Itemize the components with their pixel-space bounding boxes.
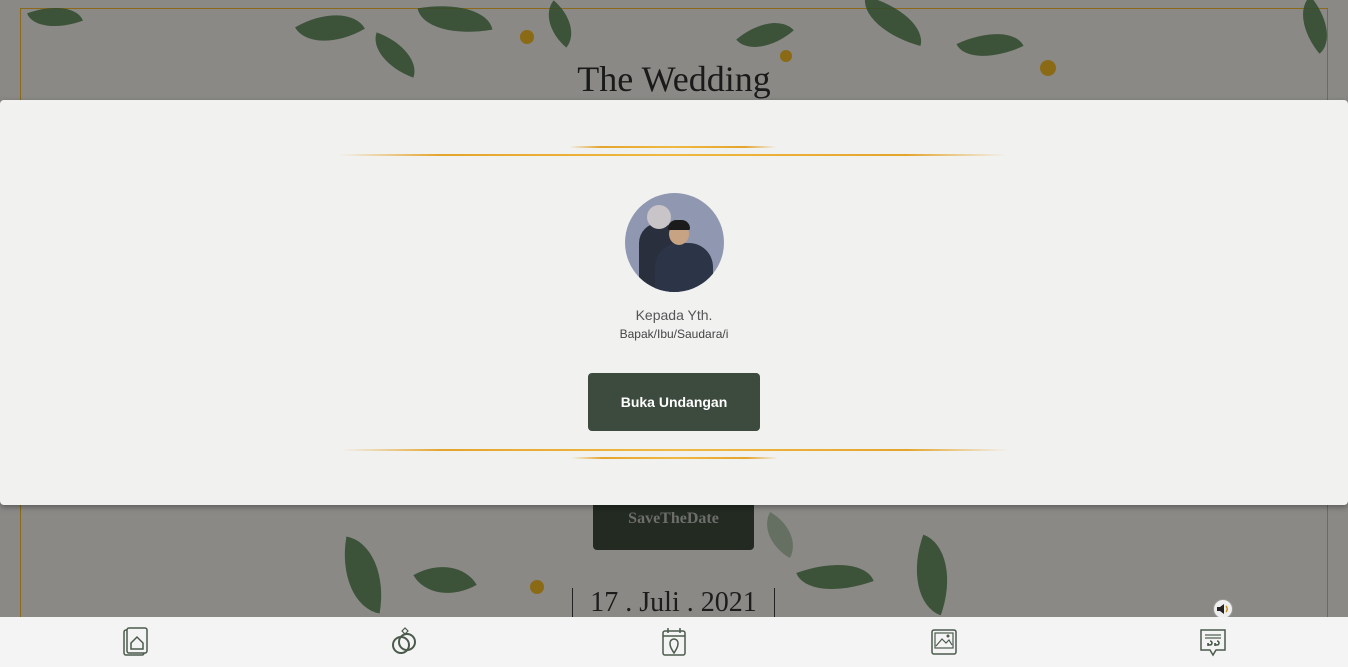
- nav-item-event[interactable]: [539, 617, 809, 667]
- nav-item-home[interactable]: [0, 617, 270, 667]
- nav-item-wishes[interactable]: [1078, 617, 1348, 667]
- gold-divider-top-short: [569, 146, 776, 148]
- gold-dot-decoration: [520, 30, 534, 44]
- home-icon: [123, 627, 148, 656]
- invitation-cover-modal: Kepada Yth. Bapak/Ibu/Saudara/i Buka Und…: [0, 100, 1348, 505]
- wedding-date: 17 . Juli . 2021: [572, 588, 775, 618]
- gold-divider-top-long: [339, 154, 1006, 156]
- quote-icon: [1200, 629, 1226, 657]
- calendar-location-icon: [662, 628, 686, 656]
- bottom-navigation: [0, 617, 1348, 667]
- gold-dot-decoration: [530, 580, 544, 594]
- greeting-text: Kepada Yth.: [635, 307, 713, 323]
- speaker-icon: [1217, 604, 1228, 614]
- gallery-icon: [930, 629, 957, 655]
- music-toggle-button[interactable]: [1213, 599, 1233, 619]
- wedding-title: The Wedding: [577, 59, 771, 99]
- open-invitation-button[interactable]: Buka Undangan: [588, 373, 760, 431]
- nav-item-couple[interactable]: [270, 617, 540, 667]
- gold-divider-bottom-short: [571, 457, 778, 459]
- rings-icon: [392, 627, 417, 654]
- nav-item-gallery[interactable]: [809, 617, 1079, 667]
- gold-divider-bottom-long: [341, 449, 1008, 451]
- couple-photo: [625, 193, 724, 292]
- recipient-text: Bapak/Ibu/Saudara/i: [619, 327, 729, 341]
